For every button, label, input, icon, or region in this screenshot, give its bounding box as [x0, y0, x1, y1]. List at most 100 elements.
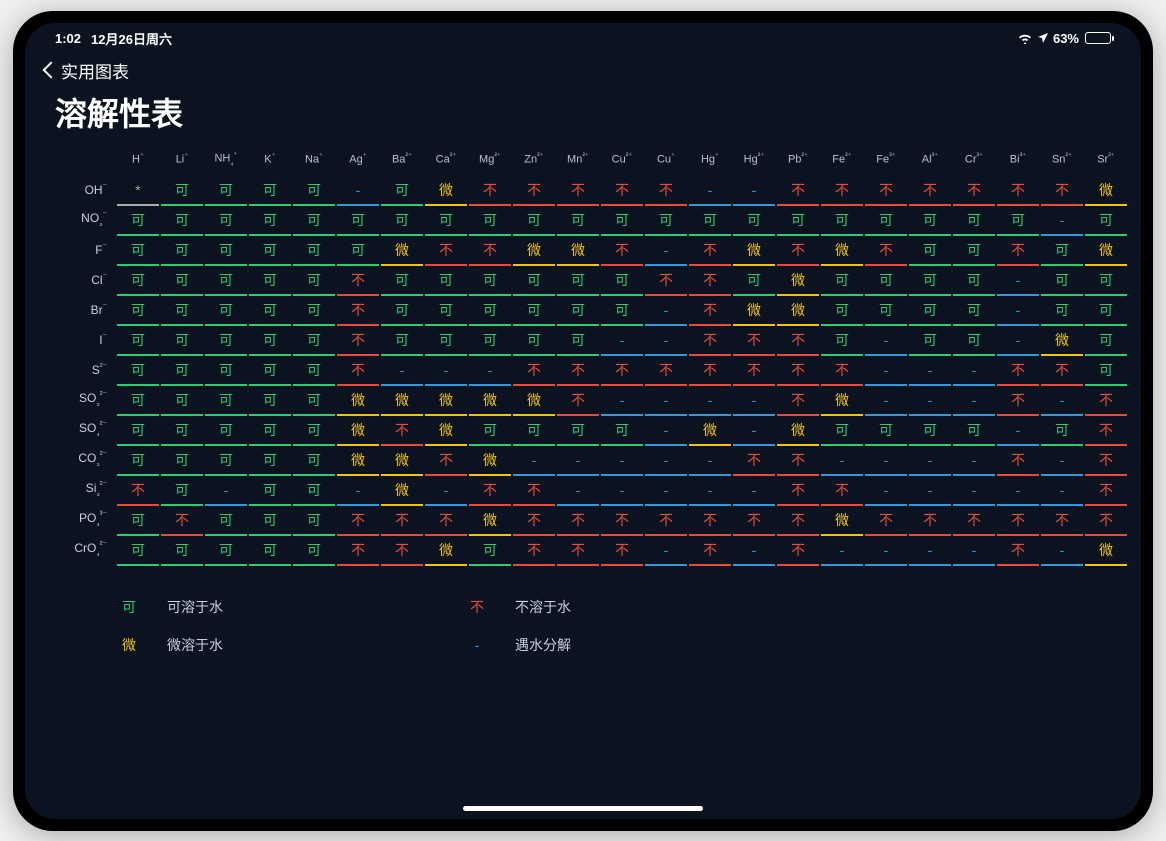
cell-sol: 可	[601, 268, 643, 296]
cell-sol: 可	[953, 298, 995, 326]
cell-dec: -	[865, 538, 907, 566]
cell-sol: 可	[249, 478, 291, 506]
table-row: CrO₄²⁻可可可可可不不微可不不不-不-不----不-微	[57, 537, 1127, 567]
cell-sol: 可	[117, 388, 159, 416]
cell-sol: 可	[513, 328, 555, 356]
back-label: 实用图表	[61, 58, 129, 83]
cell-sol: 可	[557, 268, 599, 296]
col-header: Cu⁺	[645, 147, 687, 177]
wifi-icon	[1017, 32, 1033, 44]
cell-sol: 可	[1085, 298, 1127, 326]
cell-ins: 不	[777, 538, 819, 566]
col-header: Li⁺	[161, 147, 203, 177]
cell-sol: 可	[161, 328, 203, 356]
cell-ins: 不	[601, 358, 643, 386]
back-button[interactable]: 实用图表	[25, 48, 1141, 83]
cell-sol: 可	[1041, 268, 1083, 296]
cell-dec: -	[997, 328, 1039, 356]
cell-ins: 不	[821, 178, 863, 206]
cell-sol: 可	[513, 298, 555, 326]
home-indicator[interactable]	[463, 806, 703, 811]
cell-ins: 不	[425, 238, 467, 266]
cell-sli: 微	[821, 388, 863, 416]
col-header: Cu²⁺	[601, 147, 643, 177]
cell-sol: 可	[381, 268, 423, 296]
col-header: Mn²⁺	[557, 147, 599, 177]
cell-sli: 微	[1085, 538, 1127, 566]
cell-ins: 不	[953, 178, 995, 206]
cell-sol: 可	[601, 298, 643, 326]
cell-sol: 可	[909, 298, 951, 326]
cell-ins: 不	[1085, 418, 1127, 446]
cell-sol: 可	[865, 418, 907, 446]
row-header: OH⁻	[57, 177, 115, 207]
cell-ins: 不	[1085, 508, 1127, 536]
cell-sol: 可	[821, 328, 863, 356]
cell-sol: 可	[821, 268, 863, 296]
cell-ins: 不	[469, 178, 511, 206]
cell-ins: 不	[689, 238, 731, 266]
cell-sli: 微	[689, 418, 731, 446]
cell-sol: 可	[249, 238, 291, 266]
cell-sol: 可	[557, 418, 599, 446]
cell-dec: -	[997, 418, 1039, 446]
cell-dec: -	[425, 478, 467, 506]
cell-sli: 微	[381, 448, 423, 476]
col-header: Sr²⁺	[1085, 147, 1127, 177]
cell-sol: 可	[117, 238, 159, 266]
cell-sol: 可	[469, 208, 511, 236]
cell-ins: 不	[469, 238, 511, 266]
cell-sol: 可	[953, 208, 995, 236]
cell-ins: 不	[601, 538, 643, 566]
cell-dec: -	[733, 418, 775, 446]
cell-ins: 不	[1085, 388, 1127, 416]
table-row: Br⁻可可可可可不可可可可可可-不微微可可可可-可可	[57, 297, 1127, 327]
row-header: S²⁻	[57, 357, 115, 387]
cell-sol: 可	[865, 298, 907, 326]
cell-dec: -	[1041, 538, 1083, 566]
row-header: PO₄³⁻	[57, 507, 115, 537]
cell-ins: 不	[645, 508, 687, 536]
cell-dec: -	[909, 478, 951, 506]
cell-dec: -	[601, 478, 643, 506]
cell-sol: 可	[689, 208, 731, 236]
cell-sol: 可	[1085, 208, 1127, 236]
cell-ins: 不	[909, 178, 951, 206]
cell-ins: 不	[777, 508, 819, 536]
cell-dec: -	[1041, 388, 1083, 416]
cell-ins: 不	[645, 268, 687, 296]
status-bar: 1:02 12月26日周六 63%	[25, 23, 1141, 48]
cell-sol: 可	[117, 448, 159, 476]
cell-sol: 可	[205, 208, 247, 236]
cell-sol: 可	[249, 178, 291, 206]
cell-sol: 可	[997, 208, 1039, 236]
cell-ins: 不	[997, 178, 1039, 206]
cell-ins: 不	[645, 178, 687, 206]
cell-dec: -	[645, 238, 687, 266]
cell-dec: -	[997, 268, 1039, 296]
cell-dec: -	[1041, 208, 1083, 236]
cell-ins: 不	[381, 508, 423, 536]
cell-sol: 可	[161, 478, 203, 506]
row-header: Si₃²⁻	[57, 477, 115, 507]
cell-ins: 不	[425, 448, 467, 476]
cell-sol: 可	[293, 238, 335, 266]
cell-dec: -	[909, 388, 951, 416]
solubility-table-wrap[interactable]: H⁺Li⁺NH₄⁺K⁺Na⁺Ag⁺Ba²⁺Ca²⁺Mg²⁺Zn²⁺Mn²⁺Cu²…	[25, 147, 1141, 567]
cell-ins: 不	[381, 538, 423, 566]
table-row: CO₃²⁻可可可可可微微不微-----不不----不-不	[57, 447, 1127, 477]
cell-sol: 可	[205, 538, 247, 566]
cell-sol: 可	[205, 328, 247, 356]
cell-sli: 微	[469, 508, 511, 536]
cell-sol: 可	[425, 268, 467, 296]
cell-sol: 可	[117, 298, 159, 326]
cell-star: *	[117, 178, 159, 206]
cell-ins: 不	[381, 418, 423, 446]
cell-ins: 不	[513, 508, 555, 536]
cell-sol: 可	[645, 208, 687, 236]
cell-sol: 可	[469, 328, 511, 356]
legend-decompose: - 遇水分解	[463, 635, 571, 655]
cell-sli: 微	[337, 418, 379, 446]
cell-ins: 不	[733, 448, 775, 476]
table-row: F⁻可可可可可可微不不微微不-不微不微不可可不可微	[57, 237, 1127, 267]
